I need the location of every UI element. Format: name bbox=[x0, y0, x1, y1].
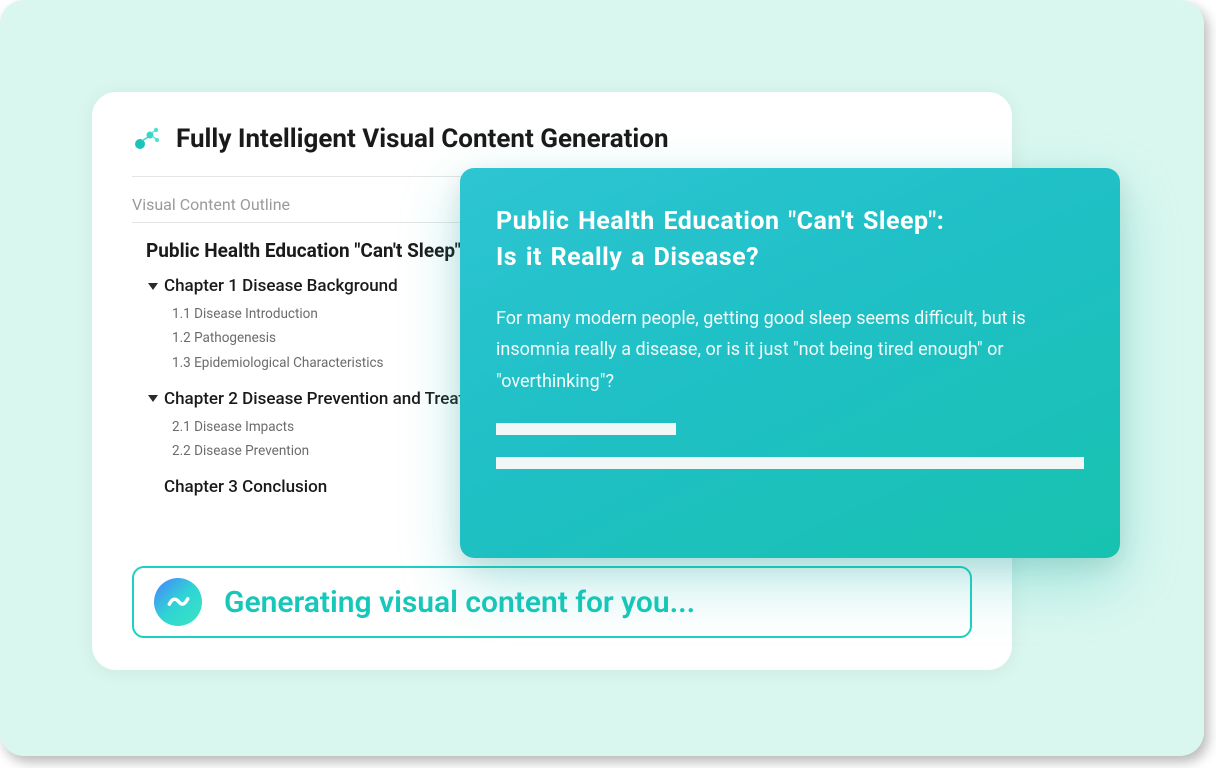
loading-placeholder-line bbox=[496, 423, 676, 435]
generation-status-bar: Generating visual content for you... bbox=[132, 566, 972, 638]
content-preview-card: Public Health Education "Can't Sleep": I… bbox=[460, 168, 1120, 558]
chapter-label: Chapter 1 Disease Background bbox=[164, 276, 398, 296]
header-title: Fully Intelligent Visual Content Generat… bbox=[176, 124, 669, 154]
chapter-label: Chapter 2 Disease Prevention and Treatme… bbox=[164, 389, 503, 409]
preview-title-line: Public Health Education "Can't Sleep": bbox=[496, 207, 944, 236]
preview-body-text: For many modern people, getting good sle… bbox=[496, 303, 1084, 398]
loading-placeholder-line bbox=[496, 457, 1084, 469]
outer-panel: Fully Intelligent Visual Content Generat… bbox=[0, 0, 1204, 756]
preview-title-line: Is it Really a Disease? bbox=[496, 243, 759, 272]
caret-down-icon bbox=[148, 395, 158, 402]
preview-title: Public Health Education "Can't Sleep": I… bbox=[496, 204, 1084, 277]
generation-status-text: Generating visual content for you... bbox=[224, 585, 695, 620]
generation-spinner-icon bbox=[154, 578, 202, 626]
app-logo-icon bbox=[132, 124, 162, 154]
caret-down-icon bbox=[148, 283, 158, 290]
